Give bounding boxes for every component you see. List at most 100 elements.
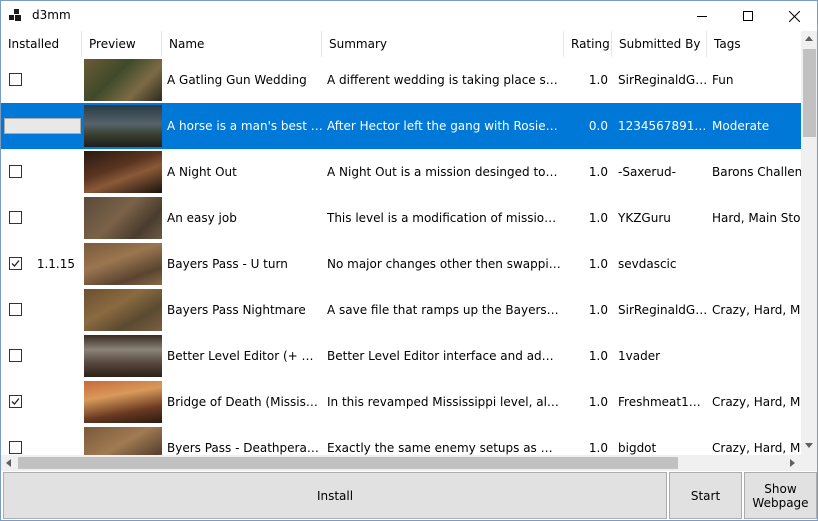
list-item[interactable]: 1.1.15 Bayers Pass - U turn No major chang… (1, 241, 801, 287)
maximize-icon (743, 11, 753, 21)
preview-thumbnail (84, 289, 162, 331)
mod-submitted-by: SirReginaldGHS (618, 303, 708, 317)
installed-checkbox[interactable] (9, 303, 22, 316)
mod-summary: In this revamped Mississippi level, all … (327, 395, 561, 409)
list-item[interactable]: An easy job This level is a modification … (1, 195, 801, 241)
preview-thumbnail (84, 381, 162, 423)
list-item[interactable]: Byers Pass - Deathperado ... Exactly the … (1, 425, 801, 455)
mod-tags: Crazy, Hard, Main (712, 441, 801, 455)
scrollbar-corner (801, 455, 817, 471)
mod-summary: Exactly the same enemy setups as Despera… (327, 441, 561, 455)
installed-checkbox[interactable] (9, 73, 22, 86)
column-header-rating[interactable]: Rating (564, 31, 612, 57)
column-header-summary[interactable]: Summary (322, 31, 564, 57)
mod-submitted-by: -Saxerud- (618, 165, 676, 179)
list-item[interactable]: Bayers Pass Nightmare A save file that ra… (1, 287, 801, 333)
install-button-label: Install (316, 488, 354, 503)
installed-version (23, 379, 75, 425)
mod-summary: Better Level Editor interface and additi… (327, 349, 561, 363)
mod-rating: 0.0 (588, 119, 608, 133)
install-button[interactable]: Install (3, 472, 667, 519)
mod-summary: No major changes other then swapping C..… (327, 257, 561, 271)
installed-version (23, 103, 75, 149)
show-webpage-button[interactable]: Show Webpage (744, 472, 817, 519)
mod-name: Bridge of Death (Mississipp... (167, 395, 323, 409)
close-button[interactable] (771, 1, 817, 31)
mod-name: Bayers Pass - U turn (167, 257, 288, 271)
mod-rating: 1.0 (588, 349, 608, 363)
mod-name: Better Level Editor (+ more ... (167, 349, 323, 363)
close-icon (788, 10, 800, 22)
vertical-scroll-thumb[interactable] (803, 49, 816, 137)
mod-rating: 1.0 (588, 395, 608, 409)
installed-checkbox[interactable] (9, 349, 22, 362)
minimize-button[interactable] (679, 1, 725, 31)
maximize-button[interactable] (725, 1, 771, 31)
checkmark-icon (11, 260, 20, 267)
mod-tags: Barons Challenge (712, 165, 801, 179)
scroll-down-icon[interactable] (805, 443, 813, 448)
mod-name: Bayers Pass Nightmare (167, 303, 306, 317)
window-title: d3mm (32, 8, 71, 22)
horizontal-scrollbar[interactable] (1, 455, 801, 471)
mod-summary: A Night Out is a mission desinged to cha… (327, 165, 561, 179)
mod-tags: Crazy, Hard, Main (712, 395, 801, 409)
scroll-right-icon[interactable] (790, 459, 795, 467)
installed-checkbox[interactable] (9, 395, 22, 408)
preview-thumbnail (84, 151, 162, 193)
installed-checkbox[interactable] (9, 257, 22, 270)
list-item[interactable]: Better Level Editor (+ more ... Better Le… (1, 333, 801, 379)
installed-checkbox[interactable] (9, 165, 22, 178)
mod-summary: This level is a modification of mission … (327, 211, 561, 225)
installed-version (23, 195, 75, 241)
installed-version (23, 149, 75, 195)
mod-tags (712, 333, 801, 379)
preview-thumbnail (84, 197, 162, 239)
installed-version: 1.1.15 (36, 257, 75, 271)
title-bar[interactable]: d3mm (1, 1, 817, 31)
mod-list[interactable]: A Gatling Gun Wedding A different wedding… (1, 57, 801, 455)
start-button-label: Start (690, 488, 721, 503)
scroll-up-icon[interactable] (805, 36, 813, 41)
scroll-left-icon[interactable] (6, 459, 11, 467)
horizontal-scroll-thumb[interactable] (18, 457, 678, 469)
start-button[interactable]: Start (669, 472, 742, 519)
mod-rating: 1.0 (588, 257, 608, 271)
mod-rating: 1.0 (588, 441, 608, 455)
mod-name: A horse is a man's best frie... (167, 119, 323, 133)
mod-submitted-by: SirReginaldGHS (618, 73, 708, 87)
column-header-installed[interactable]: Installed (1, 31, 82, 57)
main-window: d3mm Installed Preview Name Summary Rati… (0, 0, 818, 521)
mod-submitted-by: Freshmeat1607... (618, 395, 708, 409)
preview-thumbnail (84, 427, 162, 455)
column-header-preview[interactable]: Preview (82, 31, 162, 57)
column-header-submitted-by[interactable]: Submitted By (612, 31, 707, 57)
app-icon (9, 9, 22, 22)
installed-checkbox[interactable] (9, 211, 22, 224)
mod-rating: 1.0 (588, 211, 608, 225)
installed-checkbox[interactable] (9, 441, 22, 454)
mod-summary: A different wedding is taking place soon… (327, 73, 561, 87)
show-webpage-button-label: Show Webpage (752, 481, 809, 510)
mod-tags: Hard, Main Story (712, 211, 801, 225)
mod-submitted-by: bigdot (618, 441, 657, 455)
checkmark-icon (11, 398, 20, 405)
minimize-icon (697, 16, 707, 17)
preview-thumbnail (84, 105, 162, 147)
mod-rating: 1.0 (588, 165, 608, 179)
column-header-name[interactable]: Name (162, 31, 322, 57)
list-item[interactable]: A Night Out A Night Out is a mission desi… (1, 149, 801, 195)
list-item[interactable]: A horse is a man's best frie... After Hec… (1, 103, 801, 149)
list-item[interactable]: A Gatling Gun Wedding A different wedding… (1, 57, 801, 103)
mod-summary: A save file that ramps up the Bayers Pas… (327, 303, 561, 317)
installed-version (23, 57, 75, 103)
list-item[interactable]: Bridge of Death (Mississipp... In this re… (1, 379, 801, 425)
mod-tags (712, 241, 801, 287)
column-header-tags[interactable]: Tags (707, 31, 801, 57)
preview-thumbnail (84, 59, 162, 101)
mod-rating: 1.0 (588, 303, 608, 317)
preview-thumbnail (84, 243, 162, 285)
preview-thumbnail (84, 335, 162, 377)
mod-tags: Crazy, Hard, Main (712, 303, 801, 317)
vertical-scrollbar[interactable] (801, 31, 817, 455)
